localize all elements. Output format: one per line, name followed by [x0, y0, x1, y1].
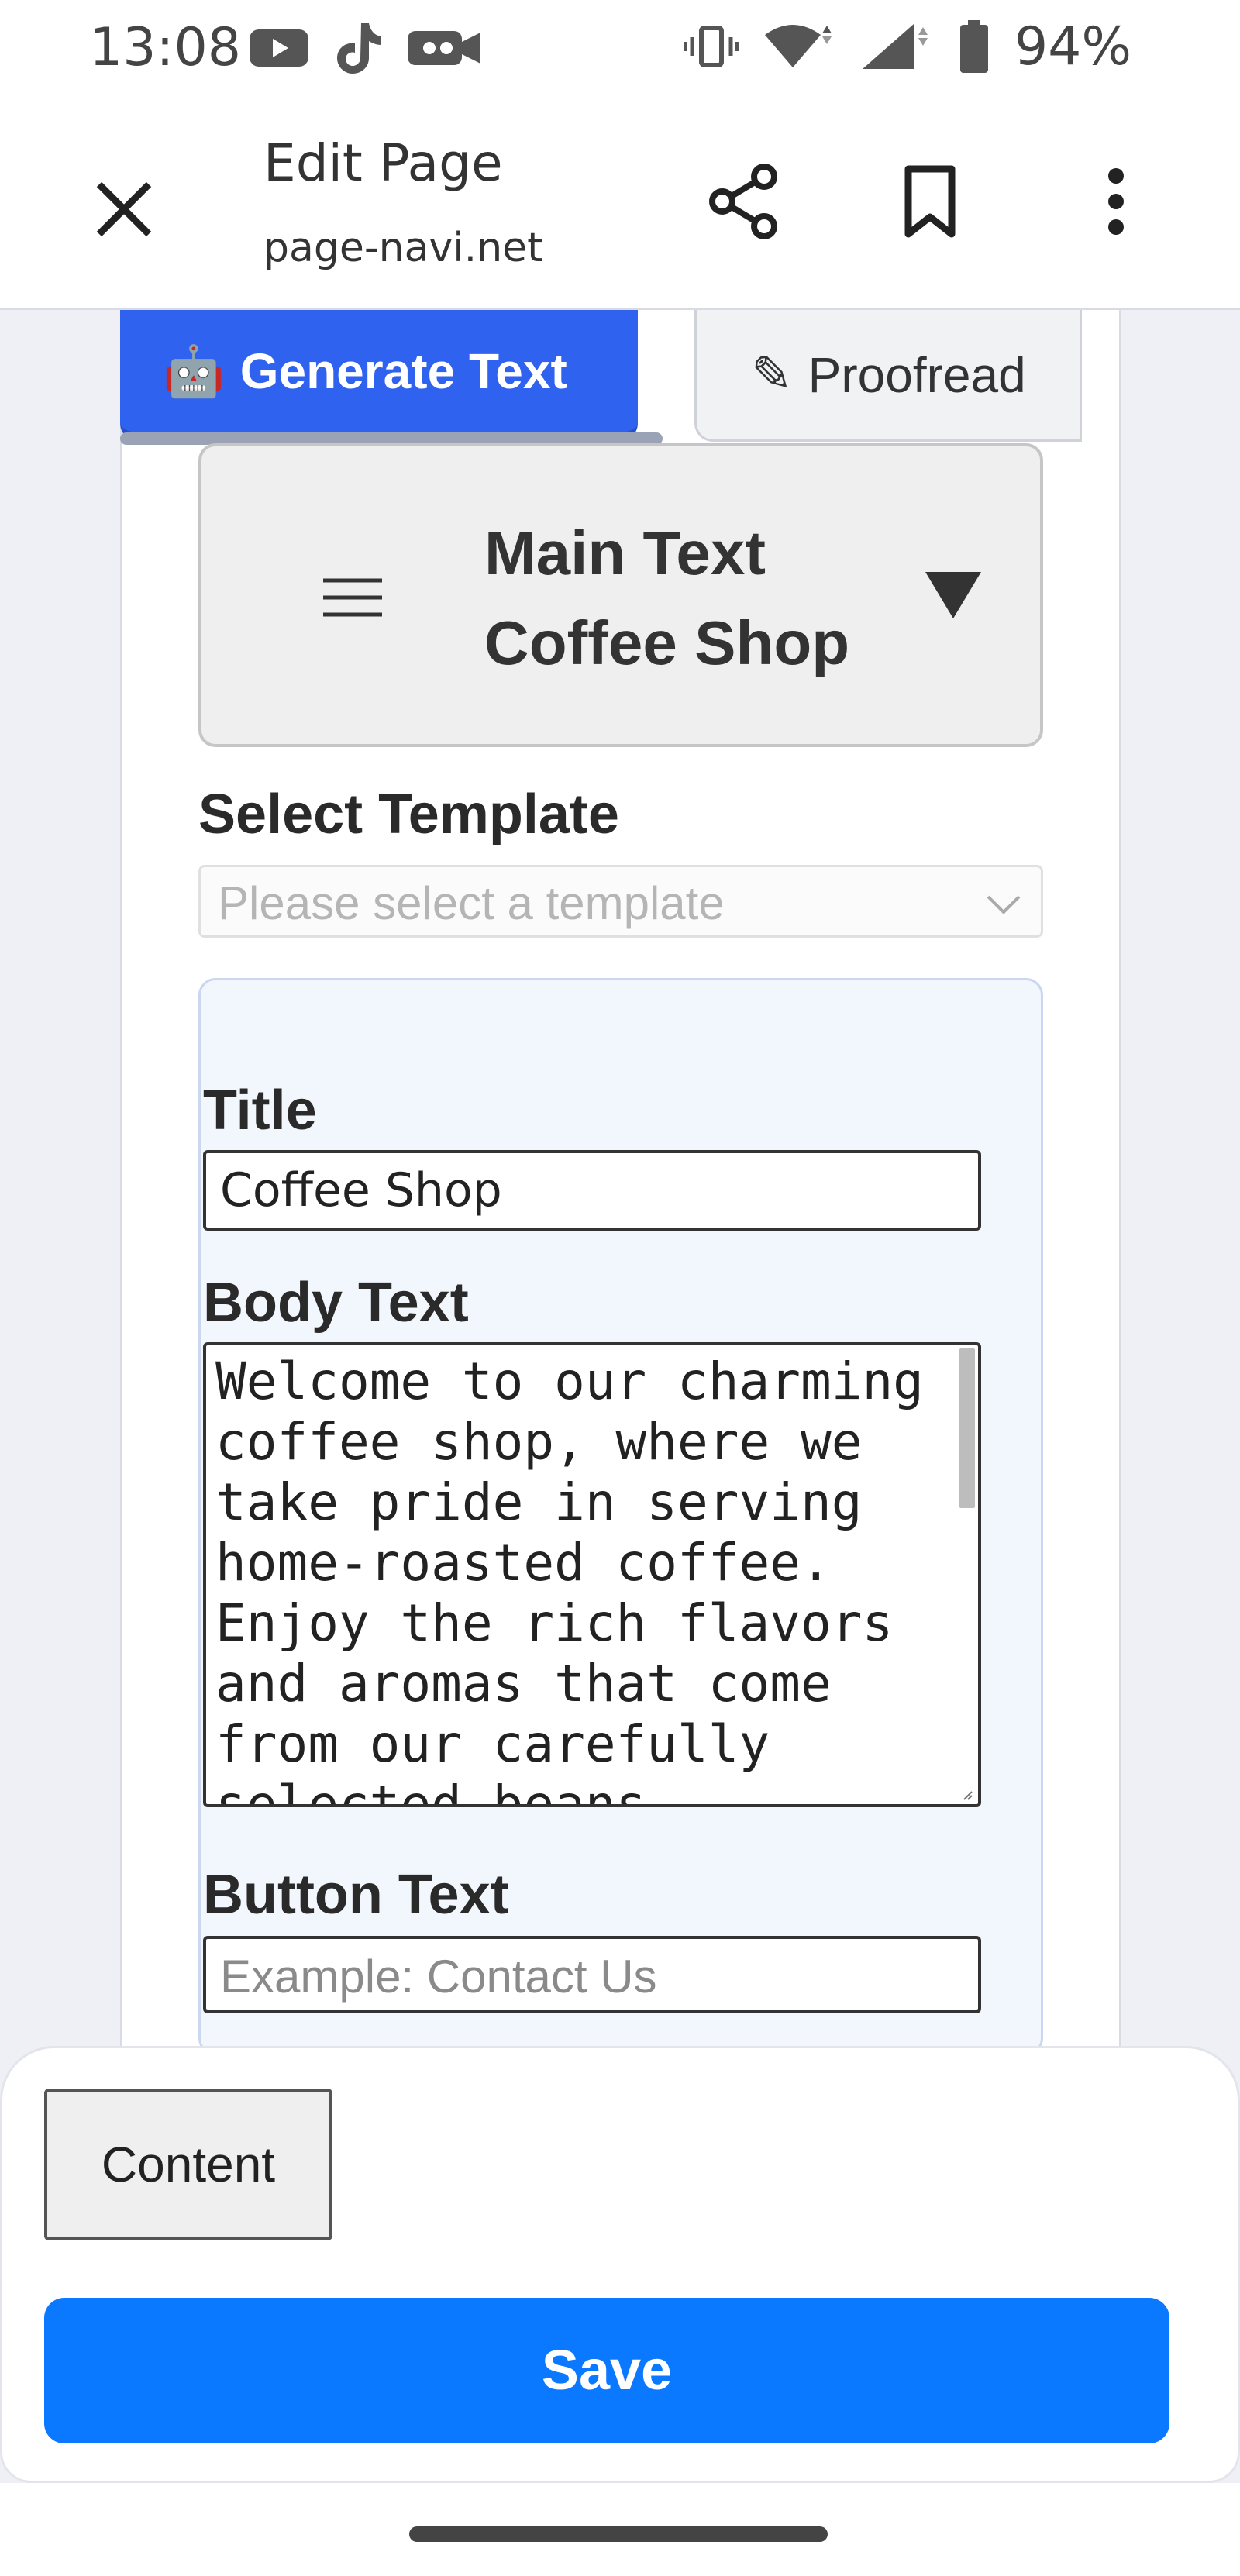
- template-placeholder: Please select a template: [218, 877, 725, 929]
- youtube-icon: [250, 29, 308, 67]
- title-label: Title: [203, 1080, 317, 1142]
- section-label-line2: Coffee Shop: [484, 608, 850, 677]
- button-text-input[interactable]: Example: Contact Us: [203, 1936, 981, 2013]
- button-text-placeholder: Example: Contact Us: [220, 1951, 657, 2003]
- battery-percent: 94%: [1014, 15, 1132, 77]
- vibrate-icon: [684, 26, 739, 67]
- generate-text-button[interactable]: 🤖 Generate Text: [120, 310, 638, 442]
- chevron-down-icon: [987, 895, 1021, 914]
- resize-handle-icon[interactable]: [963, 1790, 973, 1801]
- textarea-scrollbar[interactable]: [959, 1348, 975, 1508]
- more-options-button[interactable]: [1070, 155, 1162, 248]
- gesture-nav-bar: [0, 2483, 1240, 2576]
- share-icon: [709, 164, 777, 239]
- bookmark-icon: [904, 165, 956, 238]
- select-template-label: Select Template: [198, 783, 619, 845]
- browser-toolbar: Edit Page page-navi.net: [0, 93, 1240, 310]
- dropdown-triangle-icon: [925, 572, 981, 618]
- section-label: Main Text Coffee Shop: [484, 508, 949, 688]
- page-url[interactable]: page-navi.net: [264, 225, 543, 271]
- notification-icons: [248, 17, 484, 79]
- proofread-label: Proofread: [808, 346, 1026, 403]
- signal-icon: [862, 24, 928, 69]
- body-text-label: Body Text: [203, 1272, 469, 1334]
- close-icon: [96, 181, 152, 237]
- menu-icon: [323, 578, 382, 617]
- close-button[interactable]: [78, 163, 170, 256]
- page-title: Edit Page: [264, 133, 503, 193]
- more-vert-icon: [1108, 168, 1124, 235]
- share-button[interactable]: [698, 155, 790, 248]
- save-button[interactable]: Save: [44, 2298, 1169, 2443]
- video-camera-icon: [408, 31, 480, 65]
- bottom-action-sheet: Content Save: [0, 2046, 1240, 2483]
- tiktok-icon: [337, 23, 381, 74]
- template-select[interactable]: Please select a template: [198, 865, 1043, 938]
- system-icons: 94%: [684, 14, 1132, 79]
- title-input[interactable]: Coffee Shop: [203, 1150, 981, 1231]
- wifi-icon: [764, 25, 832, 67]
- section-selector[interactable]: Main Text Coffee Shop: [198, 443, 1043, 747]
- bookmark-button[interactable]: [884, 155, 976, 248]
- status-bar: 13:08 94%: [0, 0, 1240, 93]
- battery-icon: [959, 20, 988, 73]
- status-time: 13:08: [89, 17, 241, 78]
- section-label-line1: Main Text: [484, 518, 766, 587]
- proofread-button[interactable]: ✎ Proofread: [694, 310, 1082, 442]
- home-gesture-handle[interactable]: [409, 2526, 828, 2542]
- pencil-icon: ✎: [751, 346, 793, 402]
- body-text-value: Welcome to our charming coffee shop, whe…: [215, 1352, 955, 1807]
- content-button[interactable]: Content: [44, 2089, 332, 2240]
- generate-text-label: Generate Text: [239, 343, 567, 399]
- robot-icon: 🤖: [163, 343, 225, 399]
- body-text-area[interactable]: Welcome to our charming coffee shop, whe…: [203, 1342, 981, 1807]
- button-text-label: Button Text: [203, 1864, 509, 1926]
